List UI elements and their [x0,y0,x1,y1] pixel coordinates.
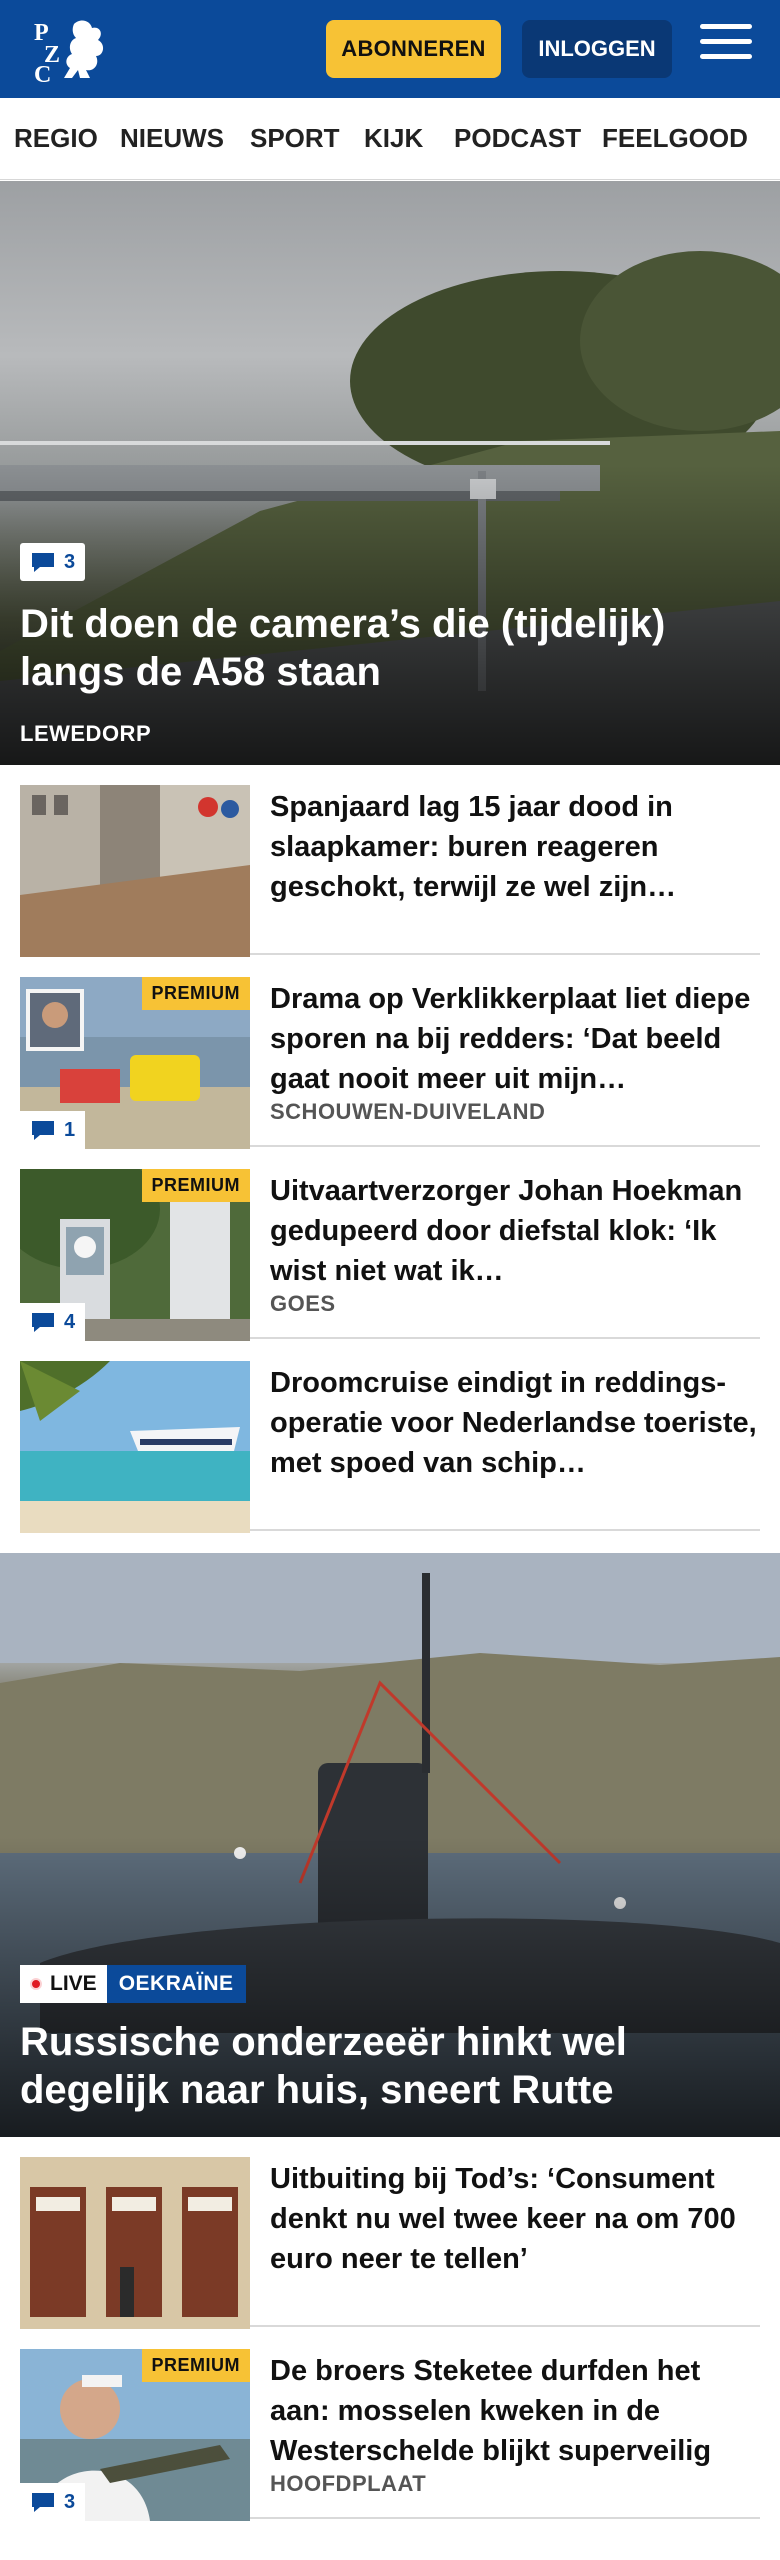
article-thumbnail [20,785,250,957]
article-thumbnail: PREMIUM 1 [20,977,250,1149]
live-dot-icon [30,1978,42,1990]
section-nav: REGIO NIEUWS SPORT KIJK PODCAST FEELGOOD [0,98,780,180]
hero-article[interactable]: 3 Dit doen de camera’s die (tijdelijk) l… [0,181,780,765]
nav-item-feelgood[interactable]: FEELGOOD [602,123,748,154]
nav-item-sport[interactable]: SPORT [250,123,340,154]
hero-headline[interactable]: Dit doen de camera’s die (tijdelijk) lan… [20,600,720,696]
login-button[interactable]: INLOGGEN [522,20,672,78]
subscribe-button[interactable]: ABONNEREN [326,20,501,78]
comment-count: 1 [64,1118,76,1141]
speech-bubble-icon [32,1313,54,1332]
comment-count-badge[interactable]: 4 [20,1303,86,1341]
comment-count: 3 [64,550,76,573]
comment-count-badge[interactable]: 3 [20,2483,86,2521]
speech-bubble-icon [32,2493,54,2512]
list-item[interactable]: PREMIUM 1 Drama op Verklikkerplaat liet … [20,957,760,1149]
live-badge: LIVE [20,1965,107,2003]
article-thumbnail [20,2157,250,2329]
speech-bubble-icon [32,1121,54,1140]
nav-item-podcast[interactable]: PODCAST [454,123,581,154]
premium-badge: PREMIUM [141,1169,250,1202]
live-hero-article[interactable]: LIVE OEKRAÏNE Russische onderzeeër hinkt… [0,1553,780,2137]
comment-count: 3 [64,2490,76,2513]
nav-item-kijk[interactable]: KIJK [364,123,423,154]
hero-location: LEWEDORP [20,721,152,746]
article-location: HOOFDPLAAT [270,2471,427,2496]
premium-badge: PREMIUM [141,2349,250,2382]
topic-tag[interactable]: OEKRAÏNE [106,1965,246,2003]
list-item[interactable]: Droomcruise eindigt in reddings­operatie… [20,1341,760,1533]
nav-item-regio[interactable]: REGIO [14,123,98,154]
site-header: P Z C ABONNEREN INLOGGEN [0,0,780,98]
article-thumbnail: PREMIUM 4 [20,1169,250,1341]
article-location: SCHOUWEN-DUIVELAND [270,1099,546,1124]
article-headline[interactable]: De broers Steketee durfden het aan: moss… [270,2351,760,2471]
comment-count-badge[interactable]: 1 [20,1111,86,1149]
hamburger-menu-icon[interactable] [700,24,752,72]
article-location: GOES [270,1291,336,1316]
article-thumbnail [20,1361,250,1533]
pzc-logo[interactable]: P Z C [30,14,110,84]
nav-scroll-fade [752,98,780,179]
list-item[interactable]: PREMIUM 3 De broers Steketee durfden het… [20,2329,760,2521]
comment-count: 4 [64,1310,76,1333]
article-thumbnail: PREMIUM 3 [20,2349,250,2521]
live-label-group: LIVE OEKRAÏNE [20,1965,246,2003]
article-headline[interactable]: Spanjaard lag 15 jaar dood in slaapkamer… [270,787,760,907]
nav-item-nieuws[interactable]: NIEUWS [120,123,224,154]
list-item[interactable]: PREMIUM 4 Uitvaartverzorger Johan Hoekma… [20,1149,760,1341]
article-headline[interactable]: Droomcruise eindigt in reddings­operatie… [270,1363,760,1483]
hero-headline[interactable]: Russische onderzeeër hinkt wel degelijk … [20,2018,720,2114]
article-headline[interactable]: Uitvaartverzorger Johan Hoekman gedupeer… [270,1171,760,1291]
comment-count-badge[interactable]: 3 [20,543,86,581]
premium-badge: PREMIUM [141,977,250,1010]
logo-letter-c: C [34,62,51,84]
list-item[interactable]: Uitbuiting bij Tod’s: ‘Consument denkt n… [20,2137,760,2329]
live-label: LIVE [50,1972,97,1995]
article-headline[interactable]: Uitbuiting bij Tod’s: ‘Consument denkt n… [270,2159,760,2279]
article-headline[interactable]: Drama op Verklikkerplaat liet diepe spor… [270,979,760,1099]
list-item[interactable]: Spanjaard lag 15 jaar dood in slaapkamer… [20,765,760,957]
speech-bubble-icon [32,553,54,572]
